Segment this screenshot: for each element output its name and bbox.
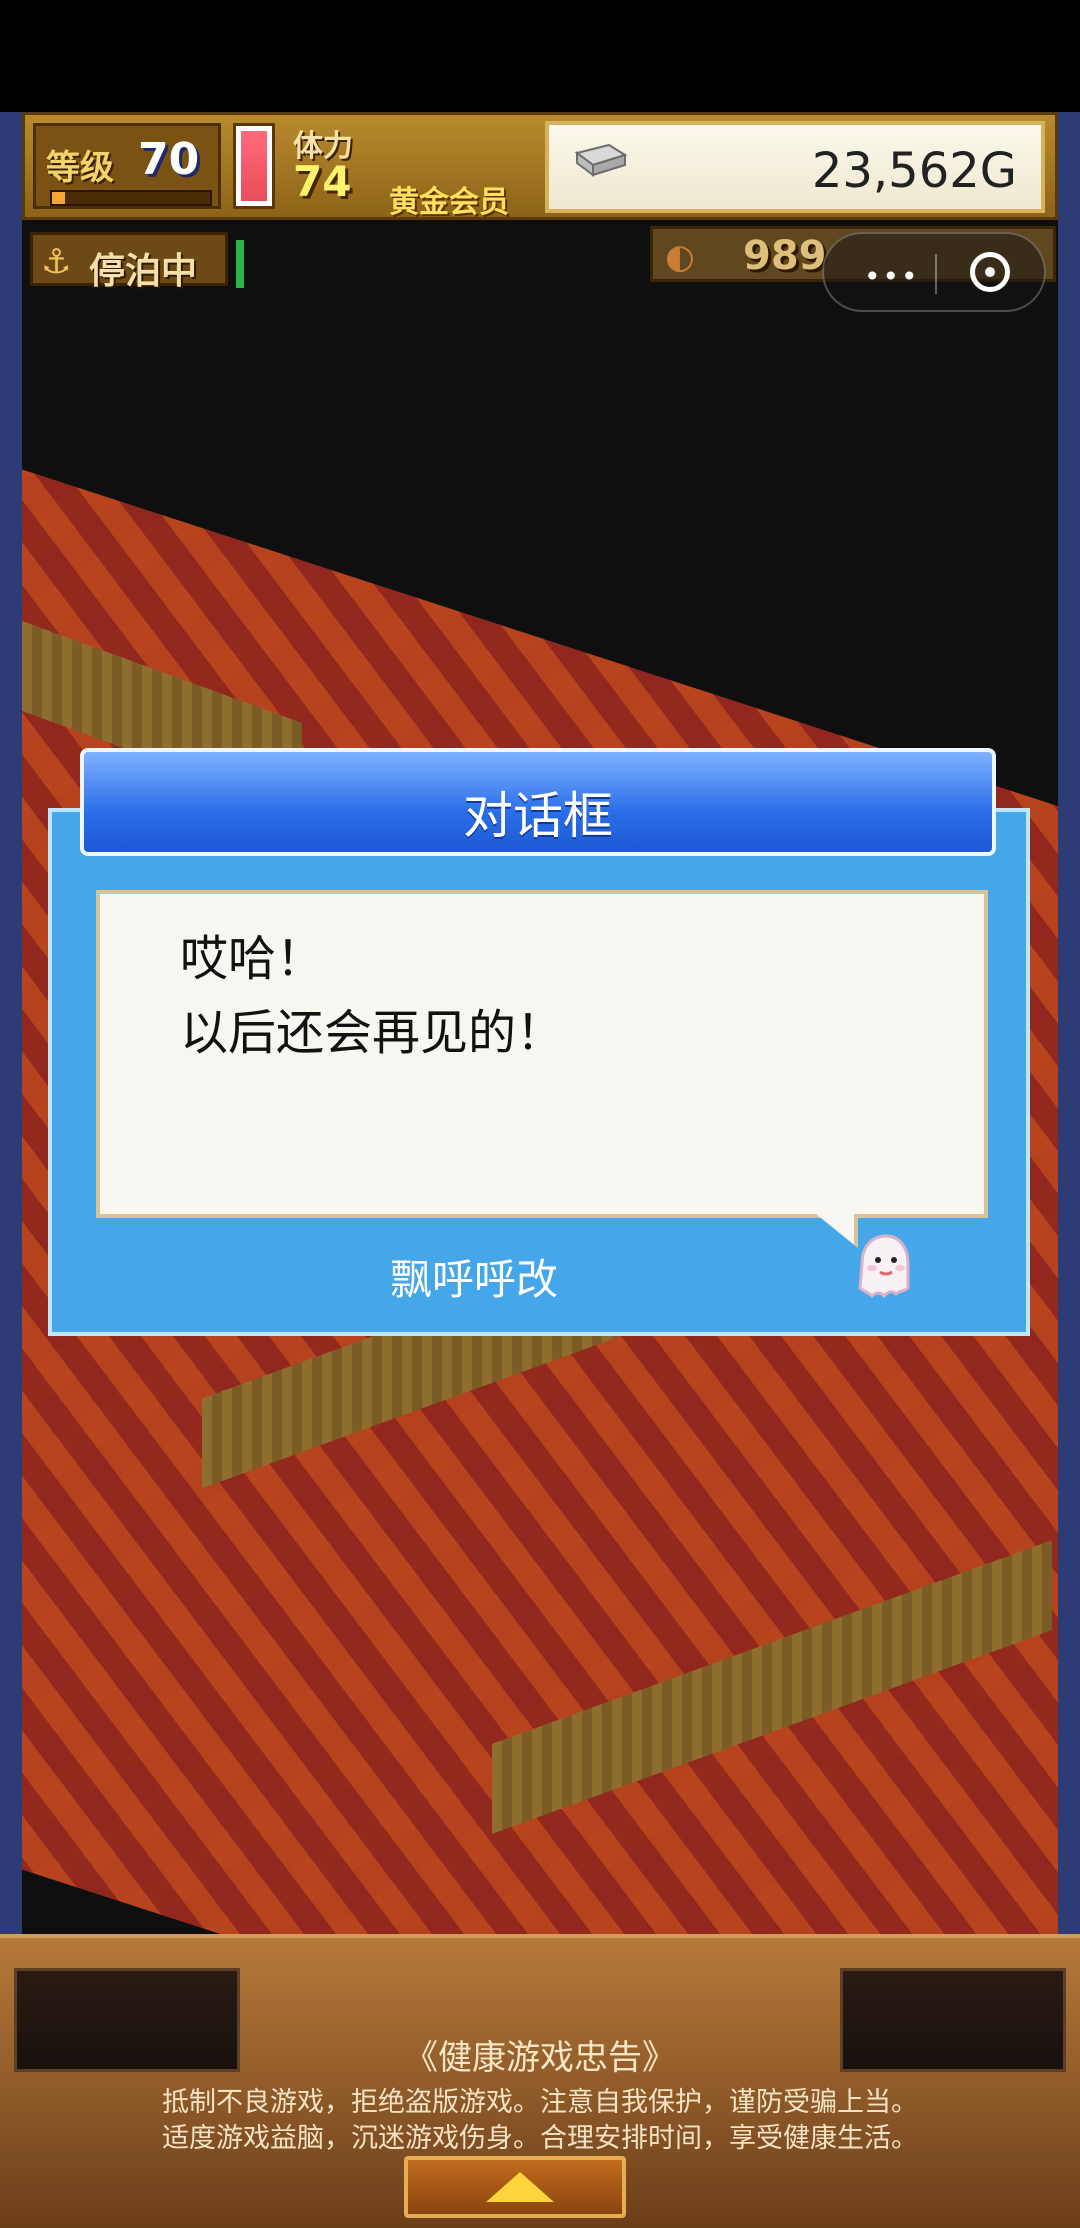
anchor-status-text: 停泊中 <box>89 251 198 292</box>
speaker-name: 飘呼呼改 <box>390 1255 559 1304</box>
resource-value: 989 <box>743 233 827 279</box>
level-progress <box>50 190 212 206</box>
health-notice-line-2: 适度游戏益脑，沉迷游戏伤身。合理安排时间，享受健康生活。 <box>162 2123 918 2154</box>
expand-button[interactable] <box>404 2156 626 2218</box>
miniapp-capsule[interactable]: ••• <box>822 232 1046 312</box>
level-label: 等级 <box>46 148 114 188</box>
dialog-message-box[interactable]: 哎哈！ 以后还会再见的！ <box>96 890 988 1218</box>
level-progress-fill <box>52 192 65 204</box>
food-icon: ◐ <box>665 237 695 277</box>
level-panel: 等级 70 <box>33 123 221 209</box>
gold-panel: 23,562G <box>545 121 1045 213</box>
anchor-indicator <box>236 240 244 288</box>
dialog-title: 对话框 <box>463 787 613 845</box>
gold-value: 23,562G <box>811 143 1017 199</box>
status-bar <box>0 0 1080 112</box>
more-dots-icon[interactable]: ••• <box>864 260 920 293</box>
target-close-icon[interactable] <box>970 252 1010 292</box>
member-status: 黄金会员 <box>389 185 509 220</box>
stamina-fill <box>241 131 267 201</box>
level-value: 70 <box>138 134 200 185</box>
stamina-gauge <box>233 123 275 209</box>
stamina-value: 74 <box>293 157 352 206</box>
dialog-message: 哎哈！ 以后还会再见的！ <box>180 931 565 1061</box>
top-hud: 等级 70 体力 74 黄金会员 23,562G <box>22 112 1058 220</box>
bottom-panel: 《健康游戏忠告》 抵制不良游戏，拒绝盗版游戏。注意自我保护，谨防受骗上当。 适度… <box>0 1934 1080 2228</box>
anchor-status: ⚓ 停泊中 <box>30 232 228 292</box>
ghost-icon <box>858 1234 910 1299</box>
dialog-header: 对话框 <box>80 748 996 856</box>
health-notice-title: 《健康游戏忠告》 <box>404 2038 676 2078</box>
capsule-divider <box>935 254 937 294</box>
anchor-icon: ⚓ <box>41 242 72 282</box>
gold-bar-icon <box>574 143 628 177</box>
health-notice-line-1: 抵制不良游戏，拒绝盗版游戏。注意自我保护，谨防受骗上当。 <box>162 2087 918 2118</box>
up-arrow-icon <box>486 2172 554 2202</box>
